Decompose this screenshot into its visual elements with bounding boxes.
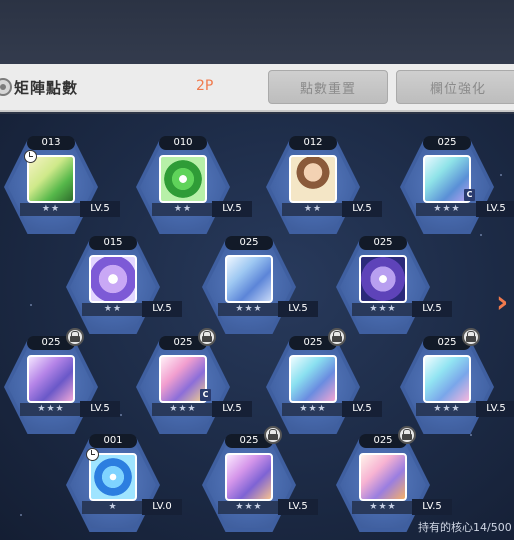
core-level: LV.5 <box>342 401 382 417</box>
core-level: LV.5 <box>412 499 452 515</box>
chevron-right-icon[interactable]: › <box>496 288 514 318</box>
core-slot[interactable]: 025 ★★★ LV.5 <box>194 426 318 540</box>
reset-points-button[interactable]: 點數重置 <box>268 70 388 104</box>
core-slot[interactable]: 025 ★★★ LV.5 <box>0 328 120 442</box>
lock-icon[interactable] <box>264 426 282 444</box>
core-number: 025 <box>359 236 407 250</box>
matrix-header: 矩陣點數 2P 點數重置 欄位強化 <box>0 64 514 112</box>
core-skill-icon <box>159 155 207 203</box>
target-icon <box>0 78 12 96</box>
core-stars: ★★★ <box>352 501 414 514</box>
core-stars: ★★ <box>282 203 344 216</box>
core-level: LV.5 <box>278 499 318 515</box>
core-slot[interactable]: 025 ★★★ LV.5 <box>258 328 382 442</box>
core-number: 001 <box>89 434 137 448</box>
core-skill-icon <box>359 255 407 303</box>
core-level: LV.5 <box>278 301 318 317</box>
core-number: 025 <box>225 236 273 250</box>
core-stars: ★★★ <box>416 203 478 216</box>
c-badge: C <box>200 389 211 401</box>
core-level: LV.5 <box>412 301 452 317</box>
core-slot[interactable]: 015 ★★ LV.5 <box>58 232 182 342</box>
background-star <box>120 414 122 416</box>
lock-icon[interactable] <box>66 328 84 346</box>
core-number: 012 <box>289 136 337 150</box>
core-skill-icon <box>359 453 407 501</box>
core-skill-icon <box>225 453 273 501</box>
core-level: LV.5 <box>476 201 514 217</box>
core-board: › 013 ★★ LV.5 010 ★★ LV.5 012 ★★ LV.5 025 ★★★ LV.5 C… <box>0 114 514 540</box>
core-slot[interactable]: 013 ★★ LV.5 <box>0 132 120 242</box>
core-stars: ★★★ <box>416 403 478 416</box>
core-level: LV.5 <box>80 401 120 417</box>
matrix-points: 2P <box>196 78 214 94</box>
clock-icon <box>86 448 99 461</box>
core-level: LV.5 <box>142 301 182 317</box>
core-level: LV.5 <box>476 401 514 417</box>
core-stars: ★★★ <box>152 403 214 416</box>
core-level: LV.5 <box>212 201 252 217</box>
core-skill-icon <box>225 255 273 303</box>
core-skill-icon <box>27 355 75 403</box>
core-number: 025 <box>423 136 471 150</box>
core-level: LV.0 <box>142 499 182 515</box>
core-slot[interactable]: 025 ★★★ LV.5 C <box>128 328 252 442</box>
core-slot[interactable]: 012 ★★ LV.5 <box>258 132 382 242</box>
core-stars: ★★★ <box>352 303 414 316</box>
core-skill-icon <box>89 255 137 303</box>
core-level: LV.5 <box>80 201 120 217</box>
core-skill-icon <box>27 155 75 203</box>
lock-icon[interactable] <box>398 426 416 444</box>
core-number: 015 <box>89 236 137 250</box>
core-skill-icon <box>289 155 337 203</box>
core-stars: ★★★ <box>20 403 82 416</box>
core-skill-icon <box>423 355 471 403</box>
lock-icon[interactable] <box>328 328 346 346</box>
core-stars: ★★ <box>20 203 82 216</box>
core-skill-icon <box>89 453 137 501</box>
lock-icon[interactable] <box>198 328 216 346</box>
core-stars: ★★ <box>82 303 144 316</box>
core-slot[interactable]: 025 ★★★ LV.5 <box>194 232 318 342</box>
owned-core-count: 持有的核心14/500 <box>418 521 512 534</box>
c-badge: C <box>464 189 475 201</box>
slot-enhance-button[interactable]: 欄位強化 <box>396 70 514 104</box>
core-slot[interactable]: 010 ★★ LV.5 <box>128 132 252 242</box>
core-level: LV.5 <box>342 201 382 217</box>
core-number: 010 <box>159 136 207 150</box>
core-number: 013 <box>27 136 75 150</box>
core-level: LV.5 <box>212 401 252 417</box>
lock-icon[interactable] <box>462 328 480 346</box>
core-slot[interactable]: 025 ★★★ LV.5 <box>392 328 514 442</box>
background-star <box>20 514 22 516</box>
core-stars: ★★★ <box>218 303 280 316</box>
core-slot[interactable]: 001 ★ LV.0 <box>58 430 182 540</box>
core-stars: ★★★ <box>282 403 344 416</box>
core-stars: ★★ <box>152 203 214 216</box>
core-slot[interactable]: 025 ★★★ LV.5 <box>328 232 452 342</box>
top-bar <box>0 0 514 64</box>
background-star <box>30 304 32 306</box>
page-title: 矩陣點數 <box>14 79 79 97</box>
clock-icon <box>24 150 37 163</box>
core-stars: ★★★ <box>218 501 280 514</box>
core-slot[interactable]: 025 ★★★ LV.5 C <box>392 132 514 242</box>
core-stars: ★ <box>82 501 144 514</box>
core-skill-icon <box>289 355 337 403</box>
